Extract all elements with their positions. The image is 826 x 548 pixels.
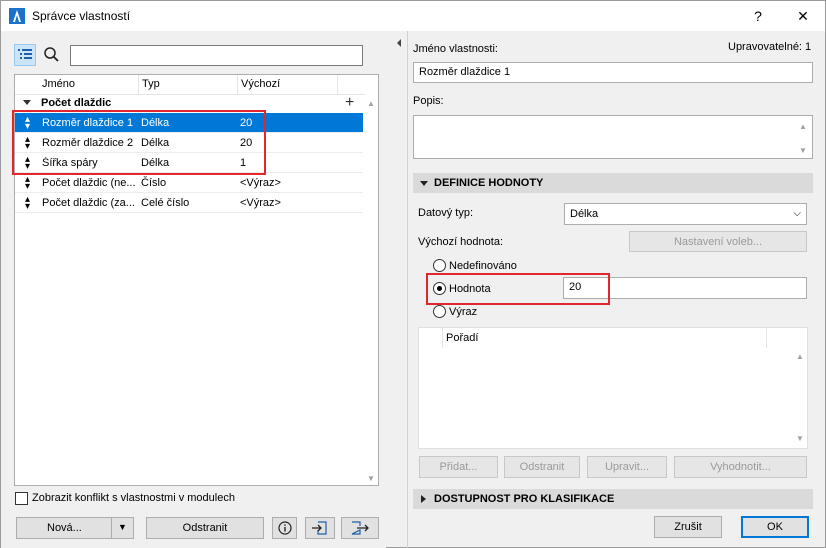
- collapse-pane-icon[interactable]: [396, 39, 402, 47]
- close-button[interactable]: ✕: [780, 1, 826, 31]
- expand-arrow-icon: [420, 181, 428, 186]
- radio-undefined[interactable]: [433, 259, 446, 272]
- table-scrollbar[interactable]: ▲ ▼: [364, 95, 378, 485]
- search-input[interactable]: [70, 45, 363, 66]
- default-value-label: Výchozí hodnota:: [418, 236, 504, 248]
- data-type-select[interactable]: Délka ⌵: [564, 203, 807, 225]
- order-scroll-down-icon[interactable]: ▼: [796, 434, 804, 443]
- conflict-checkbox[interactable]: [15, 492, 28, 505]
- row-name: Počet dlaždic (za...: [42, 197, 135, 209]
- description-field[interactable]: [413, 115, 813, 159]
- value-definition-header[interactable]: DEFINICE HODNOTY: [413, 173, 813, 193]
- delete-property-button[interactable]: Odstranit: [146, 517, 264, 539]
- order-column-header[interactable]: Pořadí: [446, 332, 478, 344]
- add-property-icon[interactable]: +: [345, 94, 354, 112]
- order-list[interactable]: Pořadí ▲ ▼: [418, 327, 808, 449]
- new-dropdown-arrow-icon[interactable]: ▼: [118, 522, 127, 532]
- row-type: Číslo: [141, 177, 167, 189]
- value-definition-title: DEFINICE HODNOTY: [434, 177, 544, 189]
- scroll-down-icon[interactable]: ▼: [367, 474, 375, 483]
- property-name-field[interactable]: Rozměr dlaždice 1: [413, 62, 813, 83]
- row-default: <Výraz>: [240, 197, 281, 209]
- export-button[interactable]: [341, 517, 379, 539]
- import-button[interactable]: [305, 517, 335, 539]
- description-label: Popis:: [413, 95, 444, 107]
- info-icon: [277, 521, 292, 535]
- export-icon: [351, 521, 369, 535]
- group-label: Počet dlaždic: [41, 97, 112, 109]
- classification-availability-title: DOSTUPNOST PRO KLASIFIKACE: [434, 493, 615, 505]
- remove-button[interactable]: Odstranit: [504, 456, 580, 478]
- add-button[interactable]: Přidat...: [419, 456, 498, 478]
- ok-button[interactable]: OK: [741, 516, 809, 538]
- radio-expression-label: Výraz: [449, 306, 478, 318]
- table-row[interactable]: ▴ ▾ Počet dlaždic (za... Celé číslo <Výra…: [15, 193, 363, 213]
- table-row[interactable]: ▴ ▾ Počet dlaždic (ne... Číslo <Výraz>: [15, 173, 363, 193]
- property-list-pane: Jméno Typ Výchozí Počet dlaždic + ▴ ▾ Roz…: [1, 31, 386, 548]
- table-header: Jméno Typ Výchozí: [15, 75, 365, 95]
- help-button[interactable]: ?: [735, 1, 781, 31]
- column-header-name[interactable]: Jméno: [42, 78, 75, 90]
- evaluate-button[interactable]: Vyhodnotit...: [674, 456, 807, 478]
- row-type: Celé číslo: [141, 197, 190, 209]
- scroll-up-icon[interactable]: ▲: [367, 99, 375, 108]
- search-icon: [44, 47, 59, 62]
- classification-availability-header[interactable]: DOSTUPNOST PRO KLASIFIKACE: [413, 489, 813, 509]
- row-name: Počet dlaždic (ne...: [42, 177, 136, 189]
- desc-scroll-down-icon[interactable]: ▼: [799, 146, 807, 155]
- column-header-type[interactable]: Typ: [142, 78, 160, 90]
- column-header-default[interactable]: Výchozí: [241, 78, 280, 90]
- tree-view-icon: [18, 49, 32, 59]
- conflict-label: Zobrazit konflikt s vlastnostmi v module…: [32, 492, 235, 504]
- chevron-down-icon: ⌵: [793, 208, 801, 219]
- highlight-box-value: [426, 273, 610, 305]
- options-settings-button[interactable]: Nastavení voleb...: [629, 231, 807, 252]
- order-scroll-up-icon[interactable]: ▲: [796, 352, 804, 361]
- radio-undefined-label: Nedefinováno: [449, 260, 517, 272]
- drag-handle-icon[interactable]: ▴ ▾: [25, 195, 30, 212]
- window-title: Správce vlastností: [32, 9, 131, 23]
- data-type-label: Datový typ:: [418, 207, 474, 219]
- desc-scroll-up-icon[interactable]: ▲: [799, 122, 807, 131]
- import-icon: [312, 521, 327, 535]
- info-button[interactable]: [272, 517, 297, 539]
- editable-count: Upravovatelné: 1: [728, 41, 812, 53]
- property-manager-dialog: Správce vlastností ? ✕ Jméno Typ Výchozí: [0, 0, 826, 548]
- archicad-app-icon: [9, 8, 25, 24]
- title-bar: Správce vlastností ? ✕: [1, 1, 825, 31]
- property-details-pane: Jméno vlastnosti: Upravovatelné: 1 Rozmě…: [408, 31, 825, 548]
- collapse-arrow-icon[interactable]: [23, 100, 31, 105]
- radio-expression[interactable]: [433, 305, 446, 318]
- property-name-label: Jméno vlastnosti:: [413, 43, 498, 55]
- new-button[interactable]: Nová... ▼: [16, 517, 134, 539]
- edit-button[interactable]: Upravit...: [587, 456, 667, 478]
- highlight-box-rows: [12, 110, 266, 175]
- drag-handle-icon[interactable]: ▴ ▾: [25, 175, 30, 192]
- row-default: <Výraz>: [240, 177, 281, 189]
- expand-arrow-icon: [421, 495, 426, 503]
- tree-view-toggle[interactable]: [14, 44, 36, 66]
- cancel-button[interactable]: Zrušit: [654, 516, 722, 538]
